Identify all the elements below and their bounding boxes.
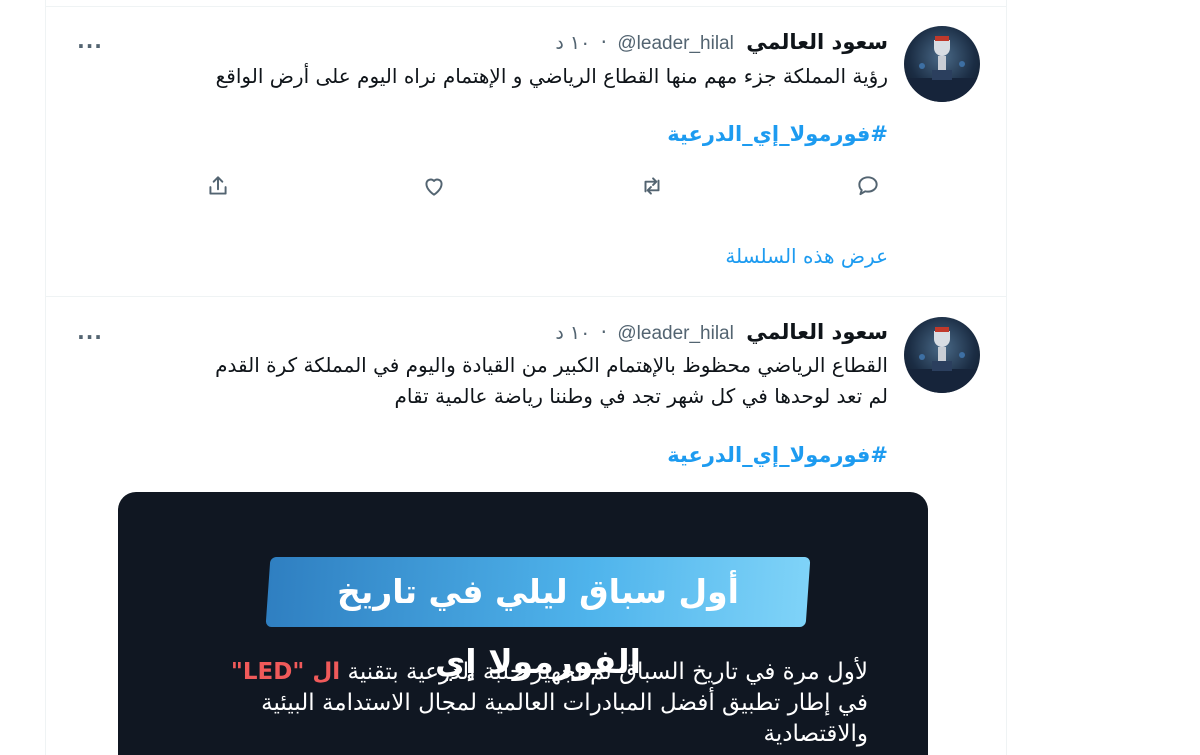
tweet-header: سعود العالمي @leader_hilal · ١٠ د <box>555 317 888 347</box>
hashtag-link[interactable]: #فورمولا_إي_الدرعية <box>667 443 888 467</box>
reply-icon[interactable] <box>848 166 888 206</box>
hashtag-link[interactable]: #فورمولا_إي_الدرعية <box>667 122 888 146</box>
media-caption-line: لأول مرة في تاريخ السباق تم تجهيز حلبة ا… <box>148 657 868 688</box>
avatar[interactable] <box>904 317 980 393</box>
trophy-icon <box>904 327 980 393</box>
timeline-column: سعود العالمي @leader_hilal · ١٠ د ... رؤ… <box>45 0 1007 755</box>
user-handle[interactable]: @leader_hilal <box>617 33 733 54</box>
tweet-text-line: لم تعد لوحدها في كل شهر تجد في وطننا ريا… <box>394 384 888 408</box>
media-caption-line: في إطار تطبيق أفضل المبادرات العالمية لم… <box>261 690 868 716</box>
media-caption-line: والاقتصادية <box>763 721 868 747</box>
display-name[interactable]: سعود العالمي <box>746 320 888 344</box>
timestamp[interactable]: ١٠ د <box>555 322 590 344</box>
tweet-text: القطاع الرياضي محظوظ بالإهتمام الكبير من… <box>76 350 888 412</box>
tweet-1[interactable]: سعود العالمي @leader_hilal · ١٠ د ... رؤ… <box>46 0 1006 296</box>
show-thread-link[interactable]: عرض هذه السلسلة <box>725 244 888 268</box>
separator-dot: · <box>600 30 608 54</box>
more-icon[interactable]: ... <box>76 322 104 342</box>
retweet-icon[interactable] <box>632 166 672 206</box>
media-banner-title: أول سباق ليلي في تاريخ الفورمولا إي <box>337 572 739 681</box>
tweet-media-image[interactable]: أول سباق ليلي في تاريخ الفورمولا إي لأول… <box>118 492 928 755</box>
media-caption: لأول مرة في تاريخ السباق تم تجهيز حلبة ا… <box>148 657 868 750</box>
share-icon[interactable] <box>198 166 238 206</box>
media-caption-text: لأول مرة في تاريخ السباق تم تجهيز حلبة ا… <box>347 659 869 685</box>
tweet-actions <box>198 166 888 206</box>
separator-dot: · <box>600 320 608 344</box>
more-icon[interactable]: ... <box>76 31 104 51</box>
display-name[interactable]: سعود العالمي <box>746 30 888 54</box>
media-caption-highlight: ال "LED" <box>230 659 341 685</box>
avatar[interactable] <box>904 26 980 102</box>
timestamp[interactable]: ١٠ د <box>555 32 590 54</box>
tweet-text: رؤية المملكة جزء مهم منها القطاع الرياضي… <box>215 64 888 88</box>
trophy-icon <box>904 36 980 102</box>
like-icon[interactable] <box>414 166 454 206</box>
tweet-text-line: القطاع الرياضي محظوظ بالإهتمام الكبير من… <box>215 353 888 377</box>
tweet-header: سعود العالمي @leader_hilal · ١٠ د <box>555 27 888 57</box>
user-handle[interactable]: @leader_hilal <box>617 323 733 344</box>
